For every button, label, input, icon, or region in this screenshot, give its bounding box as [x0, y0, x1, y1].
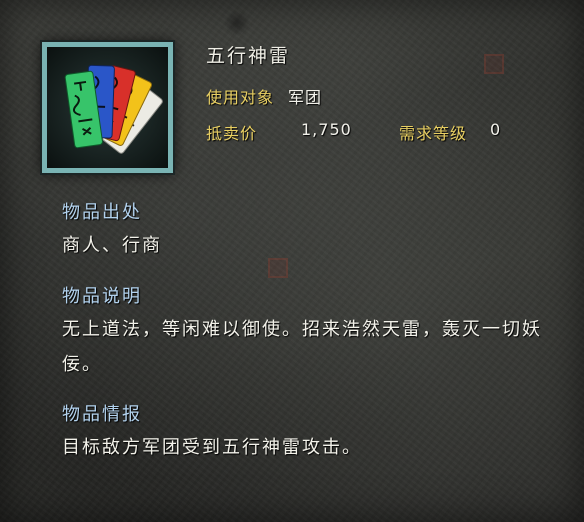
- background-watermark: [484, 54, 504, 74]
- target-value: 军团: [288, 88, 323, 107]
- source-text: 商人、行商: [62, 235, 162, 256]
- item-icon-frame: [42, 42, 173, 173]
- description-text: 无上道法，等闲难以御使。招来浩然天雷，轰灭一切妖佞。: [62, 319, 542, 375]
- five-color-talisman-cards-icon: [47, 47, 168, 168]
- price-value: 1,750: [301, 120, 352, 139]
- target-row: 使用对象 军团: [206, 84, 322, 108]
- level-value: 0: [490, 120, 502, 139]
- intel-text: 目标敌方军团受到五行神雷攻击。: [62, 437, 362, 458]
- background-stain: [224, 10, 250, 36]
- seal-icon: [484, 54, 504, 74]
- intel-heading: 物品情报: [62, 404, 142, 425]
- price-level-row: 抵卖价 1,750 需求等级 0: [206, 120, 500, 144]
- level-label: 需求等级: [399, 124, 468, 143]
- item-name: 五行神雷: [206, 45, 291, 67]
- item-tooltip-panel: 五行神雷 使用对象 军团 抵卖价 1,750 需求等级 0 物品出处 商人、行商 …: [0, 0, 584, 522]
- description-heading: 物品说明: [62, 286, 142, 307]
- price-label: 抵卖价: [206, 124, 258, 143]
- target-label: 使用对象: [206, 88, 275, 107]
- source-heading: 物品出处: [62, 202, 142, 223]
